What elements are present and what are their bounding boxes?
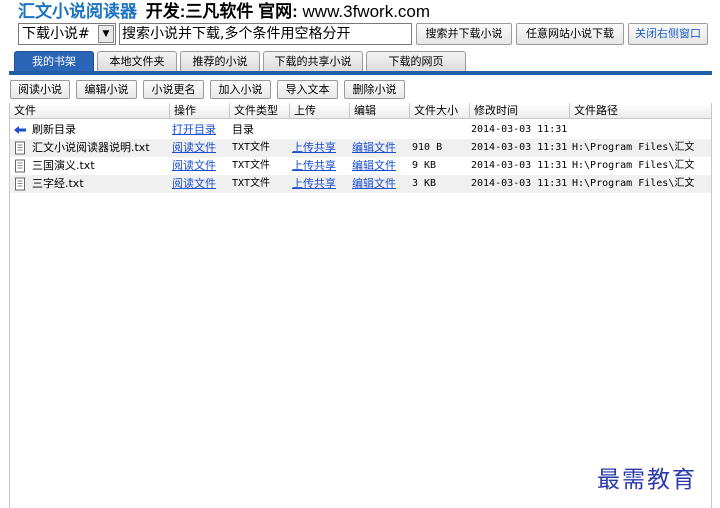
document-icon <box>15 177 25 191</box>
document-icon <box>15 159 25 173</box>
upload-share-link[interactable]: 上传共享 <box>292 177 336 190</box>
file-name: 刷新目录 <box>32 123 76 136</box>
file-type: TXT文件 <box>232 142 271 153</box>
table-row[interactable]: 汇文小说阅读器说明.txt 阅读文件 TXT文件 上传共享 编辑文件 910 B… <box>10 139 711 157</box>
website-link[interactable]: www.3fwork.com <box>303 2 431 21</box>
search-download-button[interactable]: 搜索并下载小说 <box>416 23 512 45</box>
tab-recommended[interactable]: 推荐的小说 <box>180 51 260 71</box>
edit-novel-button[interactable]: 编辑小说 <box>76 80 137 99</box>
file-path: H:\Program Files\汇文 <box>572 142 695 153</box>
import-text-button[interactable]: 导入文本 <box>277 80 338 99</box>
tab-local-folder[interactable]: 本地文件夹 <box>97 51 177 71</box>
read-novel-button[interactable]: 阅读小说 <box>10 80 70 99</box>
file-size: 3 KB <box>412 178 437 189</box>
search-input[interactable]: 搜索小说并下载,多个条件用空格分开 <box>119 23 412 45</box>
chevron-down-icon[interactable]: ▼ <box>98 25 114 43</box>
tab-my-bookshelf[interactable]: 我的书架 <box>14 51 94 71</box>
add-novel-button[interactable]: 加入小说 <box>210 80 271 99</box>
delete-novel-button[interactable]: 删除小说 <box>344 80 405 99</box>
file-size: 9 KB <box>412 160 437 171</box>
rename-novel-button[interactable]: 小说更名 <box>143 80 204 99</box>
column-header-path[interactable]: 文件路径 <box>570 103 711 119</box>
column-header-type[interactable]: 文件类型 <box>230 103 290 119</box>
tab-downloaded-pages[interactable]: 下载的网页 <box>366 51 466 71</box>
file-table: 文件 操作 文件类型 上传 编辑 文件大小 修改时间 文件路径 刷新目录 打开目… <box>9 103 712 508</box>
column-header-upload[interactable]: 上传 <box>290 103 350 119</box>
read-file-link[interactable]: 阅读文件 <box>172 159 216 172</box>
upload-share-link[interactable]: 上传共享 <box>292 159 336 172</box>
table-row[interactable]: 刷新目录 打开目录 目录 2014-03-03 11:31 <box>10 121 711 139</box>
file-name: 三字经.txt <box>32 177 84 190</box>
file-name: 三国演义.txt <box>32 159 95 172</box>
search-mode-select[interactable]: 下载小说# ▼ <box>18 23 116 45</box>
file-mtime: 2014-03-03 11:31 <box>471 142 568 153</box>
column-header-mtime[interactable]: 修改时间 <box>470 103 570 119</box>
watermark-text: 最需教育 <box>597 467 697 493</box>
file-mtime: 2014-03-03 11:31 <box>471 160 568 171</box>
document-icon <box>15 141 25 155</box>
upload-share-link[interactable]: 上传共享 <box>292 141 336 154</box>
file-path: H:\Program Files\汇文 <box>572 178 695 189</box>
column-header-size[interactable]: 文件大小 <box>410 103 470 119</box>
table-row[interactable]: 三字经.txt 阅读文件 TXT文件 上传共享 编辑文件 3 KB 2014-0… <box>10 175 711 193</box>
file-mtime: 2014-03-03 11:31 <box>471 178 568 189</box>
tab-shared-novels[interactable]: 下载的共享小说 <box>263 51 363 71</box>
file-type: 目录 <box>232 123 254 136</box>
column-header-edit[interactable]: 编辑 <box>350 103 410 119</box>
file-mtime: 2014-03-03 11:31 <box>471 124 568 135</box>
edit-file-link[interactable]: 编辑文件 <box>352 177 396 190</box>
open-directory-link[interactable]: 打开目录 <box>172 123 216 136</box>
edit-file-link[interactable]: 编辑文件 <box>352 141 396 154</box>
file-type: TXT文件 <box>232 160 271 171</box>
developer-label: 开发:三凡软件 官网: <box>145 2 298 21</box>
file-type: TXT文件 <box>232 178 271 189</box>
search-mode-value: 下载小说# <box>22 26 90 42</box>
file-path: H:\Program Files\汇文 <box>572 160 695 171</box>
read-file-link[interactable]: 阅读文件 <box>172 177 216 190</box>
column-header-file[interactable]: 文件 <box>10 103 170 119</box>
table-header: 文件 操作 文件类型 上传 编辑 文件大小 修改时间 文件路径 <box>10 103 711 119</box>
app-name: 汇文小说阅读器 <box>18 2 137 21</box>
any-site-download-button[interactable]: 任意网站小说下载 <box>516 23 624 45</box>
tab-underline <box>9 71 712 75</box>
close-right-panel-button[interactable]: 关闭右侧窗口 <box>628 23 708 45</box>
back-arrow-icon <box>14 126 26 134</box>
file-size: 910 B <box>412 142 443 153</box>
column-header-action[interactable]: 操作 <box>170 103 230 119</box>
app-header: 汇文小说阅读器 开发:三凡软件 官网: www.3fwork.com 下载小说#… <box>0 0 720 50</box>
file-name: 汇文小说阅读器说明.txt <box>32 141 150 154</box>
edit-file-link[interactable]: 编辑文件 <box>352 159 396 172</box>
table-row[interactable]: 三国演义.txt 阅读文件 TXT文件 上传共享 编辑文件 9 KB 2014-… <box>10 157 711 175</box>
title-line: 汇文小说阅读器 开发:三凡软件 官网: www.3fwork.com <box>18 1 430 23</box>
read-file-link[interactable]: 阅读文件 <box>172 141 216 154</box>
